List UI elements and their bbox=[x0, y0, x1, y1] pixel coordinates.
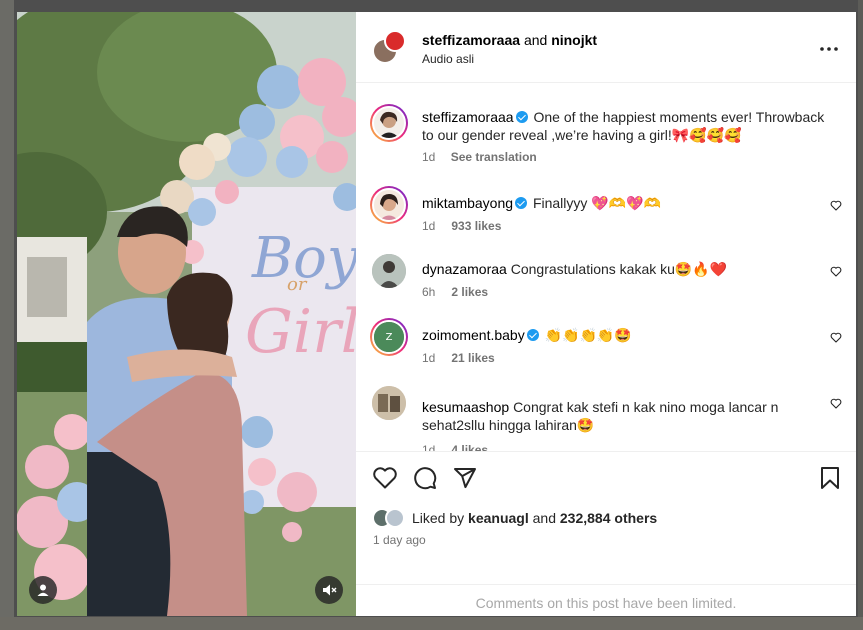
caption-meta: 1d See translation bbox=[422, 150, 537, 164]
comments-list[interactable]: steffizamoraaa One of the happiest momen… bbox=[356, 84, 856, 451]
caption-row: steffizamoraaa One of the happiest momen… bbox=[356, 104, 856, 164]
mute-button[interactable] bbox=[315, 576, 343, 604]
avatar[interactable] bbox=[372, 188, 406, 222]
collab-avatars[interactable] bbox=[372, 30, 408, 66]
comment-time[interactable]: 6h bbox=[422, 285, 435, 299]
comment-likes[interactable]: 21 likes bbox=[451, 351, 494, 365]
comment-body: 👏👏👏👏🤩 bbox=[544, 327, 632, 343]
comment-row: dynazamoraa Congrastulations kakak ku🤩🔥❤… bbox=[356, 252, 856, 308]
comment-like-button[interactable] bbox=[830, 330, 842, 348]
comment-like-button[interactable] bbox=[830, 396, 842, 414]
liked-by-text: Liked by keanuagl and 232,884 others bbox=[412, 510, 657, 526]
comment-text: dynazamoraa Congrastulations kakak ku🤩🔥❤… bbox=[422, 260, 827, 278]
comment-text: zoimoment.baby 👏👏👏👏🤩 bbox=[422, 326, 827, 344]
more-horizontal-icon bbox=[820, 47, 838, 51]
verified-badge-icon bbox=[515, 197, 528, 209]
post-authors: steffizamoraaa and ninojkt bbox=[422, 32, 597, 48]
author-link[interactable]: ninojkt bbox=[551, 32, 597, 48]
backdrop-thumbnail bbox=[0, 0, 14, 630]
heart-icon bbox=[830, 266, 842, 277]
user-tag-icon bbox=[37, 584, 49, 596]
bookmark-icon bbox=[821, 467, 839, 489]
comment-username[interactable]: zoimoment.baby bbox=[422, 327, 525, 343]
comment-username[interactable]: miktambayong bbox=[422, 195, 513, 211]
verified-badge-icon bbox=[515, 111, 528, 123]
avatar[interactable] bbox=[372, 386, 406, 420]
heart-icon bbox=[830, 332, 842, 343]
and-text: and bbox=[523, 32, 548, 48]
comment-likes[interactable]: 2 likes bbox=[451, 285, 488, 299]
post-details-panel: steffizamoraaa and ninojkt Audio asli st… bbox=[356, 12, 856, 616]
post-header: steffizamoraaa and ninojkt Audio asli bbox=[356, 12, 856, 83]
comment-row: miktambayong Finallyyy 💖🫶💖🫶 1d 933 likes bbox=[356, 186, 856, 242]
comment-time[interactable]: 1d bbox=[422, 351, 435, 365]
svg-text:Z: Z bbox=[386, 332, 393, 343]
comment-like-button[interactable] bbox=[830, 264, 842, 282]
comments-limited-notice: Comments on this post have been limited. bbox=[356, 584, 856, 617]
comment-row: kesumaashop Congrat kak stefi n kak nino… bbox=[356, 384, 856, 451]
comment-meta: 1d 21 likes bbox=[422, 351, 495, 365]
liked-by-prefix: Liked by bbox=[412, 510, 465, 526]
comment-username[interactable]: dynazamoraa bbox=[422, 261, 507, 277]
comment-text: miktambayong Finallyyy 💖🫶💖🫶 bbox=[422, 194, 827, 212]
comment-meta: 6h 2 likes bbox=[422, 285, 488, 299]
caption-text: steffizamoraaa One of the happiest momen… bbox=[422, 108, 827, 144]
avatar[interactable]: Z bbox=[372, 320, 406, 354]
backdrop-thumbnail bbox=[858, 0, 863, 630]
comment-meta: 1d 4 likes bbox=[422, 443, 488, 451]
post-actions: Liked by keanuagl and 232,884 others 1 d… bbox=[356, 451, 856, 616]
comment-likes[interactable]: 4 likes bbox=[451, 443, 488, 451]
volume-muted-icon bbox=[323, 584, 337, 596]
comment-body: Congrastulations kakak ku🤩🔥❤️ bbox=[510, 261, 728, 277]
heart-icon bbox=[830, 398, 842, 409]
send-icon bbox=[454, 468, 476, 489]
comment-username[interactable]: kesumaashop bbox=[422, 399, 509, 415]
heart-icon bbox=[830, 200, 842, 211]
see-translation-link[interactable]: See translation bbox=[451, 150, 537, 164]
comment-row: Z zoimoment.baby 👏👏👏👏🤩 1d 21 likes bbox=[356, 318, 856, 374]
post-date[interactable]: 1 day ago bbox=[373, 533, 426, 547]
avatar[interactable] bbox=[372, 106, 406, 140]
like-button[interactable] bbox=[372, 466, 398, 495]
audio-link[interactable]: Audio asli bbox=[422, 52, 474, 66]
user-tag-button[interactable] bbox=[29, 576, 57, 604]
more-options-button[interactable] bbox=[820, 38, 838, 56]
verified-badge-icon bbox=[526, 329, 539, 341]
liked-by-and: and bbox=[532, 510, 556, 526]
caption-time[interactable]: 1d bbox=[422, 150, 435, 164]
comment-button[interactable] bbox=[413, 466, 437, 495]
comment-meta: 1d 933 likes bbox=[422, 219, 501, 233]
share-button[interactable] bbox=[453, 466, 477, 495]
backdrop-thumbnail bbox=[0, 617, 863, 630]
comment-like-button[interactable] bbox=[830, 198, 842, 216]
comment-text: kesumaashop Congrat kak stefi n kak nino… bbox=[422, 398, 827, 434]
post-photo: Boy or Girl bbox=[17, 12, 356, 616]
backdrop-word: or bbox=[287, 274, 308, 295]
heart-icon bbox=[373, 467, 397, 489]
comment-body: Finallyyy 💖🫶💖🫶 bbox=[532, 195, 662, 211]
backdrop-word: Girl bbox=[245, 297, 356, 367]
liked-by-others[interactable]: 232,884 others bbox=[560, 510, 657, 526]
comment-time[interactable]: 1d bbox=[422, 219, 435, 233]
avatar[interactable] bbox=[385, 508, 405, 528]
liked-by-user[interactable]: keanuagl bbox=[468, 510, 529, 526]
comment-likes[interactable]: 933 likes bbox=[451, 219, 501, 233]
post-media-video[interactable]: Boy or Girl bbox=[17, 12, 356, 616]
comment-time[interactable]: 1d bbox=[422, 443, 435, 451]
avatar[interactable] bbox=[372, 254, 406, 288]
save-button[interactable] bbox=[819, 466, 841, 495]
caption-username[interactable]: steffizamoraaa bbox=[422, 109, 514, 125]
author-link[interactable]: steffizamoraaa bbox=[422, 32, 520, 48]
avatar[interactable] bbox=[384, 30, 406, 52]
comment-icon bbox=[414, 467, 437, 490]
